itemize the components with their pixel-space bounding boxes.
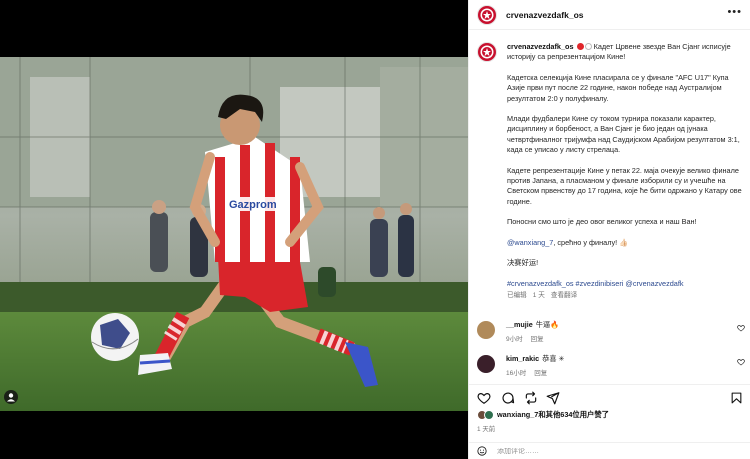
bookmark-icon[interactable] [730,391,743,405]
caption-paragraph-4: Поносни смо што је део овог великог успе… [507,217,697,227]
account-avatar[interactable] [477,4,497,25]
see-translation-link[interactable]: 查看翻译 [551,292,577,299]
action-bar [469,384,750,408]
caption-age: 1 天 [532,291,545,299]
comment-username[interactable]: kim_rakic [506,354,539,363]
comment-time: 9小时 [506,336,523,343]
white-circle-icon [584,43,592,50]
smile-icon[interactable] [477,446,487,456]
caption-paragraph-3: Кадете репрезентације Кине у петак 22. м… [507,165,742,206]
heart-icon[interactable] [477,391,491,405]
caption-paragraph-6: 决赛好运! [507,258,539,268]
caption-username[interactable]: crvenazvezdafk_os [507,42,574,51]
red-circle-icon [576,43,584,50]
reply-button[interactable]: 回复 [534,370,547,377]
comment-like-heart-icon[interactable] [737,324,745,332]
comment-text: 牛逼🔥 [535,320,560,329]
comment-item: __mujie 牛逼🔥 9小时 回复 [469,320,750,345]
post-photo[interactable]: Gazprom [0,57,468,411]
post-header: crvenazvezdafk_os ••• [469,0,750,30]
comment-time: 16小时 [506,370,527,377]
mention-link[interactable]: @wanxiang_7 [507,238,553,247]
comments-scroll-area[interactable]: crvenazvezdafk_os Кадет Црвене звезде Ва… [469,36,750,378]
caption-meta: 已编辑 1 天查看翻译 [507,291,743,301]
comment-text: 恭喜 ✳ [542,354,565,363]
caption-intro: crvenazvezdafk_os Кадет Црвене звезде Ва… [507,42,743,63]
user-tag-icon [7,393,15,402]
comment-meta: 9小时 回复 [506,335,726,345]
comment-item: kim_rakic 恭喜 ✳ 16小时 回复 [469,354,750,378]
comment-body: __mujie 牛逼🔥 9小时 回复 [506,320,726,345]
edited-label: 已编辑 [507,291,527,299]
more-options-button[interactable]: ••• [727,6,742,18]
crvena-zvezda-logo-icon [480,45,494,59]
caption-avatar[interactable] [477,42,497,62]
header-username[interactable]: crvenazvezdafk_os [506,10,584,20]
hashtags-link[interactable]: #crvenazvezdafk_os #zvezdinibiseri @crve… [507,279,743,289]
post-side-panel: crvenazvezdafk_os ••• crvenazvezdafk_os … [468,0,750,459]
svg-text:Gazprom: Gazprom [229,199,277,211]
likes-summary[interactable]: wanxiang_7和其他634位用户赞了 [477,410,609,420]
add-comment-bar [469,442,750,459]
post-photo-image: Gazprom [0,57,468,411]
caption: crvenazvezdafk_os Кадет Црвене звезде Ва… [469,36,750,301]
add-comment-input[interactable] [497,447,697,455]
caption-text: crvenazvezdafk_os Кадет Црвене звезде Ва… [507,42,743,301]
user-tag-button[interactable] [4,390,18,404]
caption-paragraph-5: @wanxiang_7, срећно у финалу! 👍🏻 [507,238,743,248]
comment-avatar[interactable] [477,321,495,339]
caption-paragraph-1: Кадетска селекција Кине пласирала се у ф… [507,72,729,103]
caption-paragraph-2: Млади фудбалери Кине су током турнира по… [507,114,740,155]
comment-body: kim_rakic 恭喜 ✳ 16小时 回复 [506,354,726,378]
repost-icon[interactable] [524,391,538,405]
likes-text[interactable]: wanxiang_7和其他634位用户赞了 [497,410,609,420]
caption-paragraph-5-text: , срећно у финалу! 👍🏻 [553,237,629,247]
post-timestamp: 1 天前 [477,426,496,433]
comment-like-heart-icon[interactable] [737,358,745,366]
post-media: Gazprom [0,0,468,459]
comment-username[interactable]: __mujie [506,320,533,329]
comment-icon[interactable] [501,391,515,405]
share-icon[interactable] [546,391,560,405]
liker-avatar [484,410,494,420]
crvena-zvezda-logo-icon [480,8,494,21]
reply-button[interactable]: 回复 [531,336,544,343]
comment-avatar[interactable] [477,355,495,373]
comment-meta: 16小时 回复 [506,369,726,378]
